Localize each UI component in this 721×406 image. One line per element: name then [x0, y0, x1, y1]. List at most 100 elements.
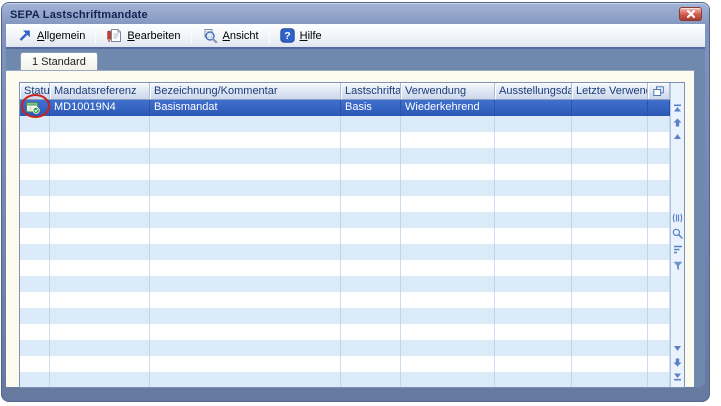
table-header-row: Status Mandatsreferenz Bezeichnung/Komme… [20, 83, 670, 100]
column-header-mandatsreferenz[interactable]: Mandatsreferenz [50, 83, 150, 100]
grid-cell [648, 324, 670, 340]
bearbeiten-button[interactable]: Bearbeiten [99, 26, 187, 45]
table-row[interactable] [20, 212, 670, 228]
grid-cell [401, 148, 495, 164]
table-row[interactable] [20, 276, 670, 292]
grid-cell [20, 244, 50, 260]
table-row[interactable] [20, 228, 670, 244]
filter-button[interactable] [672, 259, 684, 272]
scroll-up-button[interactable] [672, 130, 684, 143]
table-row[interactable] [20, 372, 670, 387]
grid-cell [401, 132, 495, 148]
grid-navigator [670, 83, 684, 387]
search-icon [672, 228, 683, 239]
previous-record-button[interactable] [672, 116, 684, 129]
grid-cell [401, 244, 495, 260]
grid-cell [20, 148, 50, 164]
grid-cell [20, 292, 50, 308]
grid-cell [648, 116, 670, 132]
table-row[interactable] [20, 356, 670, 372]
column-chooser-button[interactable] [648, 83, 670, 100]
grid-cell [495, 276, 572, 292]
grid-cell [648, 164, 670, 180]
grid-cell [495, 148, 572, 164]
fit-columns-icon [672, 213, 683, 223]
scroll-down-button[interactable] [672, 342, 684, 355]
search-button[interactable] [672, 227, 684, 240]
grid-cell [648, 244, 670, 260]
table-row[interactable] [20, 260, 670, 276]
grid-cell [50, 292, 150, 308]
navigator-middle-group [671, 211, 684, 272]
grid-cell [50, 116, 150, 132]
tab-label: 1 Standard [32, 56, 86, 68]
allgemein-button[interactable]: Allgemein [10, 26, 92, 45]
grid-cell [341, 244, 401, 260]
grid-main: Status Mandatsreferenz Bezeichnung/Komme… [20, 83, 670, 387]
table-row[interactable] [20, 148, 670, 164]
table-row[interactable] [20, 324, 670, 340]
arrow-down-icon [673, 358, 682, 367]
column-header-lastschriftart[interactable]: Lastschriftart [341, 83, 401, 100]
sort-button[interactable] [672, 243, 684, 256]
table-row[interactable] [20, 308, 670, 324]
grid-cell [495, 324, 572, 340]
grid-cell [648, 100, 670, 116]
grid-cell [572, 180, 648, 196]
help-icon: ? [280, 28, 295, 43]
bearbeiten-label: Bearbeiten [127, 30, 180, 42]
grid-cell [401, 260, 495, 276]
table-row[interactable] [20, 340, 670, 356]
table-row[interactable] [20, 116, 670, 132]
column-header-letzte-verwendung[interactable]: Letzte Verwendung [572, 83, 648, 100]
grid-cell [401, 164, 495, 180]
grid-cell [150, 308, 341, 324]
verwendung-cell: Wiederkehrend [401, 100, 495, 116]
table-row-selected[interactable]: MD10019N4 Basismandat Basis Wiederkehren… [20, 100, 670, 116]
table-row[interactable] [20, 180, 670, 196]
svg-text:?: ? [284, 30, 290, 42]
grid-cell [341, 164, 401, 180]
navigator-bottom-group [671, 342, 684, 383]
grid-cell [401, 356, 495, 372]
fit-columns-button[interactable] [672, 211, 684, 224]
column-header-status[interactable]: Status [20, 83, 50, 100]
scroll-to-bottom-button[interactable] [672, 370, 684, 383]
grid-cell [150, 340, 341, 356]
grid-cell [20, 276, 50, 292]
scroll-to-top-button[interactable] [672, 102, 684, 115]
grid-cell [150, 324, 341, 340]
grid-cell [150, 196, 341, 212]
grid-cell [150, 132, 341, 148]
grid-cell [20, 372, 50, 387]
grid-cell [20, 132, 50, 148]
grid-cell [341, 372, 401, 387]
hilfe-button[interactable]: ? Hilfe [273, 26, 329, 45]
grid-cell [150, 212, 341, 228]
grid-cell [495, 132, 572, 148]
next-record-button[interactable] [672, 356, 684, 369]
grid-cell [341, 292, 401, 308]
column-chooser-icon [653, 86, 664, 97]
grid-cell [20, 164, 50, 180]
grid-cell [341, 212, 401, 228]
column-header-verwendung[interactable]: Verwendung [401, 83, 495, 100]
ansicht-button[interactable]: Ansicht [195, 26, 266, 45]
grid-cell [150, 148, 341, 164]
close-button[interactable] [679, 7, 702, 21]
column-header-bezeichnung[interactable]: Bezeichnung/Kommentar [150, 83, 341, 100]
toolbar-separator [95, 27, 96, 44]
grid-cell [401, 276, 495, 292]
table-row[interactable] [20, 244, 670, 260]
grid-cell [648, 180, 670, 196]
table-row[interactable] [20, 164, 670, 180]
grid-cell [401, 116, 495, 132]
grid-cell [341, 116, 401, 132]
table-row[interactable] [20, 196, 670, 212]
column-header-ausstellungsdatum[interactable]: Ausstellungsdatum [495, 83, 572, 100]
table-row[interactable] [20, 292, 670, 308]
table-row[interactable] [20, 132, 670, 148]
filter-icon [673, 261, 683, 271]
grid-cell [401, 340, 495, 356]
tab-1-standard[interactable]: 1 Standard [20, 52, 98, 71]
